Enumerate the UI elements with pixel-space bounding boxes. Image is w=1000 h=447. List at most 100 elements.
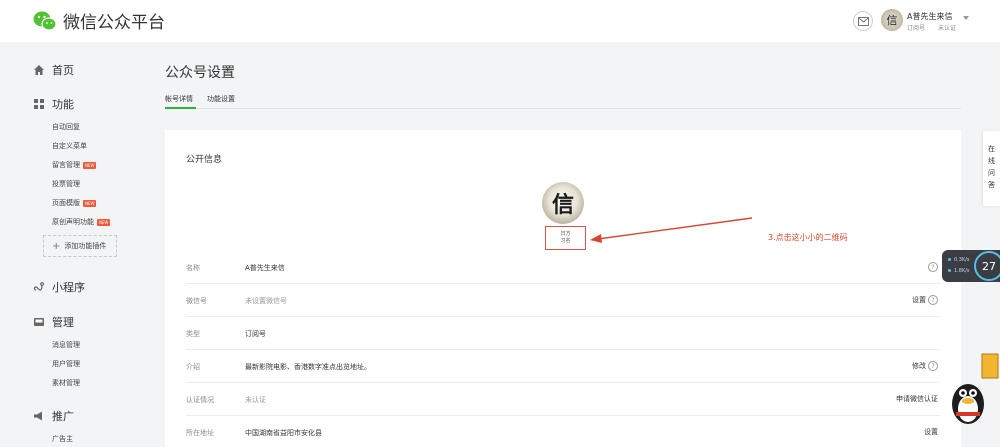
row-label: 微信号 xyxy=(186,297,207,305)
sidebar-item-comments[interactable]: 留言管理 NEW xyxy=(52,160,97,170)
info-row-wechat-id: 微信号 未设置微信号 设置 ? xyxy=(186,285,940,317)
sidebar-item-label: 推广 xyxy=(52,410,74,423)
row-value: 订阅号 xyxy=(245,330,266,338)
active-tab-indicator xyxy=(165,107,196,109)
float-char: 答 xyxy=(988,181,995,189)
help-icon[interactable]: ? xyxy=(928,295,938,305)
plus-icon: + xyxy=(52,240,61,252)
row-label: 认证情况 xyxy=(186,396,214,404)
home-icon xyxy=(33,64,45,76)
avatar-glyph: 信 xyxy=(886,14,898,27)
annotation-arrow xyxy=(590,217,753,243)
row-value: 中国湖南省益阳市安化县 xyxy=(245,429,322,437)
grid-icon xyxy=(33,98,45,110)
speed-percent-value: 27 xyxy=(982,259,996,273)
sidebar-item-original-claim[interactable]: 原创声明功能 NEW xyxy=(52,217,111,227)
download-dot-icon xyxy=(948,269,951,272)
sidebar-item-messages[interactable]: 消息管理 xyxy=(52,340,80,350)
apply-verification-link[interactable]: 申请微信认证 xyxy=(896,394,938,404)
help-icon[interactable]: ? xyxy=(928,262,938,272)
chevron-down-icon[interactable] xyxy=(963,16,969,20)
sidebar-sub-label: 留言管理 xyxy=(52,161,80,169)
avatar-glyph: 信 xyxy=(551,192,574,218)
sidebar-sub-label: 页面模版 xyxy=(52,199,80,207)
page-title: 公众号设置 xyxy=(165,65,235,81)
online-qa-float[interactable]: 在 线 问 答 xyxy=(983,131,1000,206)
row-value: 未设置微信号 xyxy=(245,297,287,305)
inbox-icon xyxy=(33,316,45,328)
account-avatar[interactable]: 信 xyxy=(881,9,903,31)
upload-speed: 0.3K/s xyxy=(948,257,970,263)
sidebar-item-features[interactable]: 功能 xyxy=(33,96,74,112)
qq-penguin-icon xyxy=(952,353,999,424)
sidebar-sub-label: 原创声明功能 xyxy=(52,218,94,226)
section-title: 公开信息 xyxy=(186,155,223,165)
info-row-type: 类型 订阅号 xyxy=(186,318,940,350)
tab-bar: 帐号详情 功能设置 xyxy=(165,92,961,109)
float-char: 在 xyxy=(988,145,995,153)
edit-intro-link[interactable]: 修改 xyxy=(912,361,926,371)
qr-line: 习名 xyxy=(560,238,571,244)
qr-code-thumbnail[interactable]: 日方 习名 xyxy=(545,226,586,250)
qr-line: 日方 xyxy=(560,231,571,237)
add-plugin-label: 添加功能插件 xyxy=(64,242,107,250)
row-value: 最新影院电影、香港数字准点出览地址。 xyxy=(245,363,371,371)
sidebar-item-votes[interactable]: 投票管理 xyxy=(52,179,80,189)
sidebar: 首页 功能 自动回复 自定义菜单 留言管理 NEW 投票管理 页面模版 NEW … xyxy=(0,42,150,447)
set-wechat-id-link[interactable]: 设置 xyxy=(912,295,926,305)
sidebar-item-materials[interactable]: 素材管理 xyxy=(52,378,80,388)
sidebar-item-label: 管理 xyxy=(52,316,74,329)
account-avatar-large[interactable]: 信 xyxy=(542,182,584,224)
sidebar-sub-label: 自定义菜单 xyxy=(52,142,87,150)
account-type: 订阅号 xyxy=(907,25,926,32)
sidebar-item-manage[interactable]: 管理 xyxy=(33,314,74,330)
add-plugin-button[interactable]: + 添加功能插件 xyxy=(43,235,117,257)
wechat-logo-icon xyxy=(33,10,57,32)
row-action: 设置 ? xyxy=(912,295,938,305)
row-action: 设置 xyxy=(924,427,938,437)
set-address-link[interactable]: 设置 xyxy=(924,427,938,437)
row-label: 介绍 xyxy=(186,363,200,371)
row-action: 修改 ? xyxy=(912,361,938,371)
info-row-name: 名称 A普先生来信 ? xyxy=(186,252,940,284)
upload-speed-value: 0.3K/s xyxy=(954,257,970,263)
mail-button[interactable] xyxy=(853,11,873,31)
sidebar-sub-label: 广告主 xyxy=(52,435,73,443)
tab-account-details[interactable]: 帐号详情 xyxy=(165,94,193,104)
sidebar-item-promote[interactable]: 推广 xyxy=(33,408,74,424)
sidebar-item-mini-program[interactable]: 小程序 xyxy=(33,279,85,295)
help-icon[interactable]: ? xyxy=(928,361,938,371)
mail-icon xyxy=(857,16,869,26)
sidebar-item-label: 首页 xyxy=(52,64,74,77)
download-speed: 1.8K/s xyxy=(948,268,970,274)
row-label: 名称 xyxy=(186,264,200,272)
info-row-intro: 介绍 最新影院电影、香港数字准点出览地址。 修改 ? xyxy=(186,351,940,383)
account-name[interactable]: A普先生来信 xyxy=(907,11,952,22)
sidebar-sub-label: 素材管理 xyxy=(52,379,80,387)
row-action: 申请微信认证 xyxy=(896,394,938,404)
row-label: 所在地址 xyxy=(186,429,214,437)
annotation-text: 3.点击这小小的二维码 xyxy=(768,233,848,242)
row-value: A普先生来信 xyxy=(245,264,285,272)
tab-function-settings[interactable]: 功能设置 xyxy=(207,94,235,104)
mini-program-icon xyxy=(33,281,45,293)
sidebar-sub-label: 用户管理 xyxy=(52,360,80,368)
sidebar-item-page-templates[interactable]: 页面模版 NEW xyxy=(52,198,97,208)
top-header: 微信公众平台 信 A普先生来信 订阅号 未认证 xyxy=(0,0,1000,42)
new-badge: NEW xyxy=(83,199,97,207)
new-badge: NEW xyxy=(83,161,97,169)
sidebar-item-users[interactable]: 用户管理 xyxy=(52,359,80,369)
float-char: 问 xyxy=(988,169,995,177)
sidebar-item-custom-menu[interactable]: 自定义菜单 xyxy=(52,141,87,151)
sidebar-sub-label: 投票管理 xyxy=(52,180,80,188)
upload-dot-icon xyxy=(948,258,951,261)
speed-percent-badge[interactable]: 27 xyxy=(974,251,1000,281)
float-char: 线 xyxy=(988,157,995,165)
download-speed-value: 1.8K/s xyxy=(954,268,970,274)
sidebar-item-auto-reply[interactable]: 自动回复 xyxy=(52,122,80,132)
sidebar-item-home[interactable]: 首页 xyxy=(33,62,74,78)
public-info-card: 公开信息 信 日方 习名 3.点击这小小的二维码 名称 A普先生来信 ? 微信号… xyxy=(165,130,961,447)
row-label: 类型 xyxy=(186,330,200,338)
brand[interactable]: 微信公众平台 xyxy=(33,8,165,33)
sidebar-item-advertiser[interactable]: 广告主 xyxy=(52,434,73,444)
